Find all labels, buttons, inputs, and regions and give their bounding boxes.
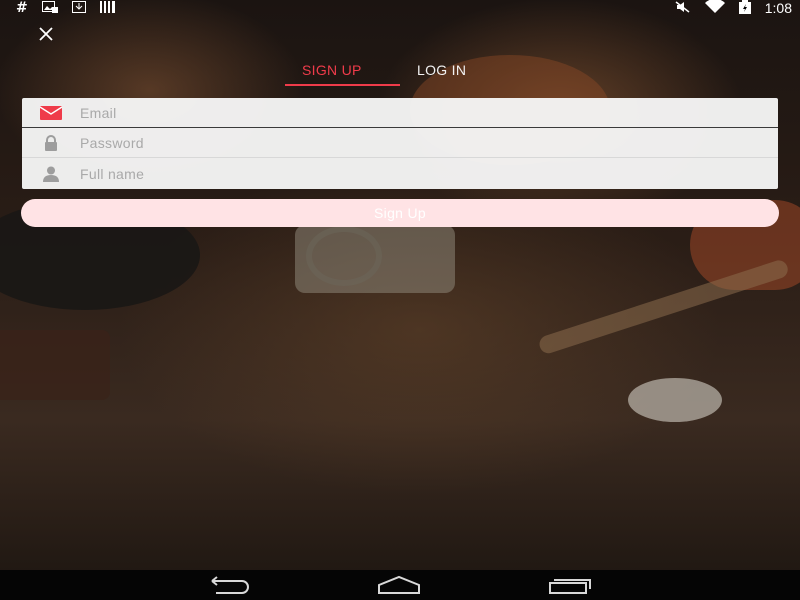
- battery-icon: [738, 0, 751, 17]
- close-icon[interactable]: [36, 26, 56, 46]
- tab-sign-up[interactable]: SIGN UP: [285, 60, 400, 86]
- tab-log-in[interactable]: LOG IN: [400, 60, 483, 86]
- bag-photo-detail: [0, 330, 110, 400]
- mute-icon: [675, 0, 691, 16]
- image-download-icon: [41, 0, 58, 16]
- background-photo: [0, 0, 800, 600]
- full-name-field[interactable]: [80, 166, 720, 182]
- status-bar: # 1:08: [0, 0, 800, 16]
- full-name-row: [22, 159, 778, 189]
- download-icon: [71, 0, 86, 16]
- person-icon: [22, 166, 80, 182]
- wifi-icon: [704, 0, 725, 17]
- email-row: [22, 98, 778, 128]
- signup-form: [22, 98, 778, 189]
- recents-icon[interactable]: [548, 575, 592, 595]
- telephone-photo-detail: [295, 225, 455, 293]
- password-field[interactable]: [80, 134, 720, 151]
- bat-photo-detail: [537, 258, 791, 356]
- barcode-icon: [99, 0, 116, 16]
- baseball-photo-detail: [628, 378, 722, 422]
- hash-icon: #: [16, 0, 28, 16]
- rotary-dial-photo-detail: [306, 226, 382, 286]
- email-field[interactable]: [80, 104, 720, 121]
- navigation-bar: [0, 570, 800, 600]
- clock: 1:08: [764, 0, 792, 16]
- back-icon[interactable]: [206, 575, 250, 595]
- password-row: [22, 128, 778, 158]
- sign-up-button[interactable]: Sign Up: [21, 199, 779, 227]
- mail-icon: [22, 105, 80, 120]
- lock-icon: [22, 134, 80, 151]
- auth-tabs: SIGN UP LOG IN: [285, 60, 483, 86]
- home-icon[interactable]: [377, 575, 421, 595]
